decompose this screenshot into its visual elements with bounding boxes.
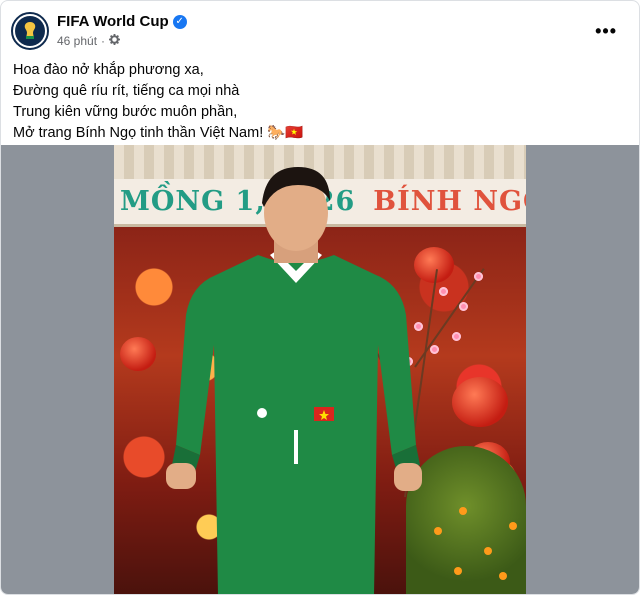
page-name-link[interactable]: FIFA World Cup ✓ [57,13,187,30]
more-options-button[interactable]: ••• [595,22,617,40]
kumquat [484,547,492,555]
red-lantern [452,377,508,427]
kumquat [459,507,467,515]
caption-line: Trung kiên vững bước muôn phần, [13,104,238,120]
fifa-logo-icon [15,16,45,46]
post-header: FIFA World Cup ✓ 46 phút · ••• [11,12,629,52]
kumquat [509,522,517,530]
kumquat [434,527,442,535]
post-photo[interactable]: MỒNG 1, 2026 BÍNH NGỌ [114,145,526,594]
red-lantern [120,337,156,371]
page-name[interactable]: FIFA World Cup [57,13,169,30]
page-avatar[interactable] [11,12,49,50]
peach-blossom [452,332,461,341]
caption-line: Hoa đào nở khắp phương xa, [13,62,204,78]
separator-dot: · [101,34,106,48]
post-meta: FIFA World Cup ✓ 46 phút · [57,13,187,48]
post-media[interactable]: MỒNG 1, 2026 BÍNH NGỌ [1,145,639,594]
post-card: FIFA World Cup ✓ 46 phút · ••• Hoa đào n… [0,0,640,595]
gear-icon [109,34,121,48]
peach-blossom [474,272,483,281]
peach-blossom [430,345,439,354]
kumquat [454,567,462,575]
caption-line: Đường quê ríu rít, tiếng ca mọi nhà [13,83,240,99]
verified-badge-icon: ✓ [172,14,187,29]
peach-blossom [459,302,468,311]
peach-blossom [439,287,448,296]
kumquat [499,572,507,580]
goalkeeper-figure [166,167,422,594]
post-subline: 46 phút · [57,34,187,48]
post-caption: Hoa đào nở khắp phương xa, Đường quê ríu… [13,60,627,144]
post-time[interactable]: 46 phút [57,34,97,48]
caption-line: Mở trang Bính Ngọ tinh thần Việt Nam! 🐎🇻… [13,125,304,141]
